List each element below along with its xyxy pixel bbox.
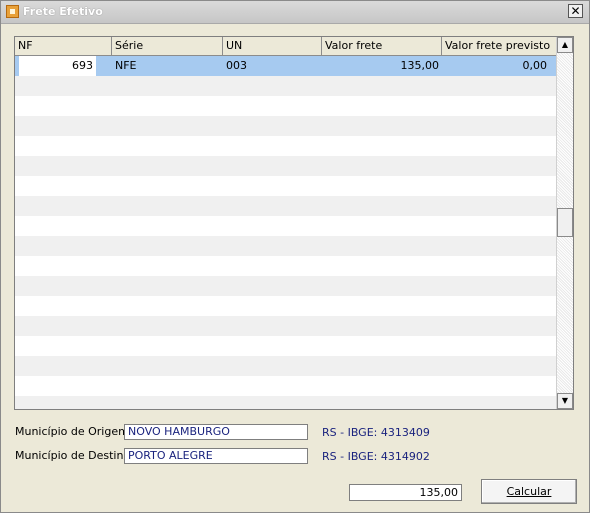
close-button[interactable]: ✕ — [568, 4, 583, 18]
column-header-nf[interactable]: NF — [15, 37, 112, 55]
app-icon — [6, 5, 19, 18]
origem-field[interactable]: NOVO HAMBURGO — [124, 424, 308, 440]
title-bar[interactable]: Frete Efetivo ✕ — [1, 1, 589, 24]
cell-valor-frete[interactable]: 135,00 — [322, 56, 442, 76]
scrollbar-thumb[interactable] — [557, 208, 573, 237]
dialog-window: Frete Efetivo ✕ NF Série UN Valor frete … — [0, 0, 590, 513]
grid-rows: 693 NFE 003 135,00 0,00 — [15, 56, 558, 409]
total-field[interactable]: 135,00 — [349, 484, 462, 501]
destino-label: Município de Destino — [15, 449, 131, 462]
cell-nf[interactable]: 693 — [19, 56, 96, 76]
column-header-valor-previsto[interactable]: Valor frete previsto — [442, 37, 558, 55]
scroll-up-icon[interactable]: ▲ — [557, 37, 573, 53]
column-header-un[interactable]: UN — [223, 37, 322, 55]
column-header-serie[interactable]: Série — [112, 37, 223, 55]
window-title: Frete Efetivo — [23, 5, 103, 18]
calcular-label: Calcular — [506, 485, 552, 498]
cell-valor-previsto[interactable]: 0,00 — [442, 56, 550, 76]
grid-header: NF Série UN Valor frete Valor frete prev… — [15, 37, 558, 56]
destino-field[interactable]: PORTO ALEGRE — [124, 448, 308, 464]
calcular-button[interactable]: Calcular — [481, 479, 577, 504]
cell-un[interactable]: 003 — [223, 56, 322, 76]
column-header-valor-frete[interactable]: Valor frete — [322, 37, 442, 55]
origem-label: Município de Origem — [15, 425, 129, 438]
scroll-down-icon[interactable]: ▼ — [557, 393, 573, 409]
vertical-scrollbar[interactable]: ▲ ▼ — [556, 37, 573, 409]
freight-grid[interactable]: NF Série UN Valor frete Valor frete prev… — [14, 36, 574, 410]
table-row[interactable]: 693 NFE 003 135,00 0,00 — [15, 56, 558, 76]
origem-ibge: RS - IBGE: 4313409 — [322, 426, 430, 439]
destino-ibge: RS - IBGE: 4314902 — [322, 450, 430, 463]
cell-serie[interactable]: NFE — [112, 56, 223, 76]
